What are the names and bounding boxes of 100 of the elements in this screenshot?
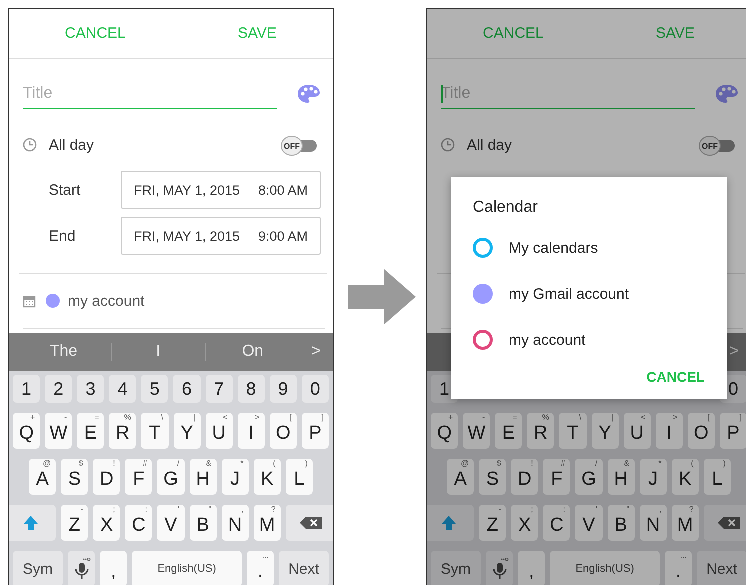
keyboard-key[interactable]: . ... [246, 551, 274, 585]
keyboard-key[interactable]: S $ [61, 459, 88, 495]
title-field[interactable]: Title [441, 79, 695, 109]
key-hint: < [223, 414, 228, 422]
calendar-option[interactable]: my Gmail account [473, 271, 727, 317]
keyboard-key[interactable]: A @ [29, 459, 56, 495]
keyboard-key[interactable]: X ; [93, 505, 120, 541]
keyboard-key[interactable]: V ' [575, 505, 603, 541]
keyboard-key[interactable]: 5 [141, 375, 168, 403]
keyboard-key[interactable]: H & [190, 459, 217, 495]
keyboard-key[interactable]: K ( [672, 459, 699, 495]
calendar-option[interactable]: my account [473, 317, 727, 363]
date-time-field[interactable]: FRI, MAY 1, 2015 9:00 AM [121, 217, 321, 255]
keyboard-key[interactable]: 1 [13, 375, 40, 403]
keyboard-key[interactable]: G / [575, 459, 603, 495]
keyboard-key[interactable]: V ' [157, 505, 185, 541]
space-key[interactable]: English(US) [550, 551, 660, 585]
calendar-account[interactable]: my account [68, 292, 145, 310]
backspace-key[interactable] [704, 505, 746, 541]
palette-icon[interactable] [297, 84, 321, 104]
keyboard-key[interactable]: M ? [254, 505, 281, 541]
keyboard-key[interactable]: J * [222, 459, 249, 495]
keyboard-key[interactable]: Q + [431, 413, 458, 449]
keyboard-key[interactable]: 6 [173, 375, 201, 403]
calendar-icon [23, 294, 36, 308]
keyboard-key[interactable]: Z - [61, 505, 88, 541]
keyboard-key[interactable]: R % [109, 413, 136, 449]
key-hint: $ [78, 460, 84, 468]
date-time-field[interactable]: FRI, MAY 1, 2015 8:00 AM [121, 171, 321, 209]
word-suggestion[interactable]: On [206, 343, 300, 361]
keyboard-key[interactable]: F # [543, 459, 570, 495]
keyboard-key[interactable]: 8 [238, 375, 265, 403]
palette-icon[interactable] [715, 84, 739, 104]
keyboard-key[interactable]: W - [45, 413, 72, 449]
word-suggestion[interactable]: I [112, 343, 206, 361]
keyboard-key[interactable]: R % [527, 413, 554, 449]
keyboard-key[interactable]: L ) [704, 459, 731, 495]
keyboard-key[interactable]: Sym [431, 551, 481, 585]
keyboard-key[interactable]: M ? [672, 505, 699, 541]
keyboard-key[interactable]: F # [125, 459, 152, 495]
keyboard-key[interactable]: , [518, 551, 546, 585]
keyboard-key[interactable]: O [ [688, 413, 715, 449]
space-key[interactable]: English(US) [132, 551, 242, 585]
keyboard-key[interactable]: Next [279, 551, 329, 585]
keyboard-key[interactable]: Y | [592, 413, 619, 449]
keyboard-key[interactable]: C : [125, 505, 152, 541]
keyboard-key[interactable]: D ! [93, 459, 120, 495]
key-hint: ' [596, 506, 598, 514]
keyboard-key[interactable]: O [ [270, 413, 297, 449]
clock-icon [441, 138, 455, 152]
keyboard-key[interactable]: . ... [664, 551, 692, 585]
keyboard-key[interactable]: N , [640, 505, 667, 541]
key-hint: ? [689, 506, 694, 514]
microphone-key[interactable] [68, 551, 96, 585]
keyboard-key[interactable]: T \ [141, 413, 168, 449]
keyboard-key[interactable]: Z - [479, 505, 506, 541]
keyboard-key[interactable]: U < [206, 413, 233, 449]
keyboard-key[interactable]: I > [656, 413, 683, 449]
more-suggestions-button[interactable]: > [300, 343, 325, 361]
keyboard-key[interactable]: K ( [254, 459, 281, 495]
keyboard-key[interactable]: W - [463, 413, 490, 449]
keyboard-key[interactable]: 0 [302, 375, 329, 403]
keyboard-key[interactable]: D ! [511, 459, 538, 495]
backspace-key[interactable] [286, 505, 333, 541]
keyboard-key[interactable]: B " [608, 505, 635, 541]
shift-key[interactable] [9, 505, 56, 541]
word-suggestion[interactable]: The [17, 343, 111, 361]
keyboard-key[interactable]: , [100, 551, 128, 585]
keyboard-key[interactable]: I > [238, 413, 265, 449]
keyboard-key[interactable]: C : [543, 505, 570, 541]
keyboard-key[interactable]: P ] [720, 413, 746, 449]
keyboard-key[interactable]: S $ [479, 459, 506, 495]
keyboard-key[interactable]: A @ [447, 459, 474, 495]
keyboard-key[interactable]: Q + [13, 413, 40, 449]
keyboard-key[interactable]: 3 [77, 375, 104, 403]
keyboard-key[interactable]: E = [495, 413, 522, 449]
keyboard-key[interactable]: P ] [302, 413, 329, 449]
title-field[interactable]: Title [23, 79, 277, 109]
keyboard-key[interactable]: X ; [511, 505, 538, 541]
key-hint: ? [271, 506, 276, 514]
keyboard-key[interactable]: 7 [206, 375, 233, 403]
keyboard-key[interactable]: N , [222, 505, 249, 541]
keyboard-key[interactable]: 4 [109, 375, 136, 403]
keyboard-key[interactable]: U < [624, 413, 651, 449]
keyboard-key[interactable]: H & [608, 459, 635, 495]
key-hint: - [498, 506, 502, 514]
keyboard-key[interactable]: G / [157, 459, 185, 495]
microphone-key[interactable] [486, 551, 514, 585]
shift-arrow-icon [441, 515, 458, 531]
keyboard-key[interactable]: L ) [286, 459, 313, 495]
keyboard-key[interactable]: 2 [45, 375, 72, 403]
keyboard-key[interactable]: 9 [270, 375, 297, 403]
keyboard-key[interactable]: J * [640, 459, 667, 495]
keyboard-key[interactable]: B " [190, 505, 217, 541]
keyboard-key[interactable]: Sym [13, 551, 63, 585]
keyboard-key[interactable]: Y | [174, 413, 201, 449]
keyboard-key[interactable]: T \ [559, 413, 586, 449]
keyboard-key[interactable]: Next [697, 551, 746, 585]
keyboard-key[interactable]: E = [77, 413, 104, 449]
calendar-option[interactable]: My calendars [473, 225, 727, 271]
